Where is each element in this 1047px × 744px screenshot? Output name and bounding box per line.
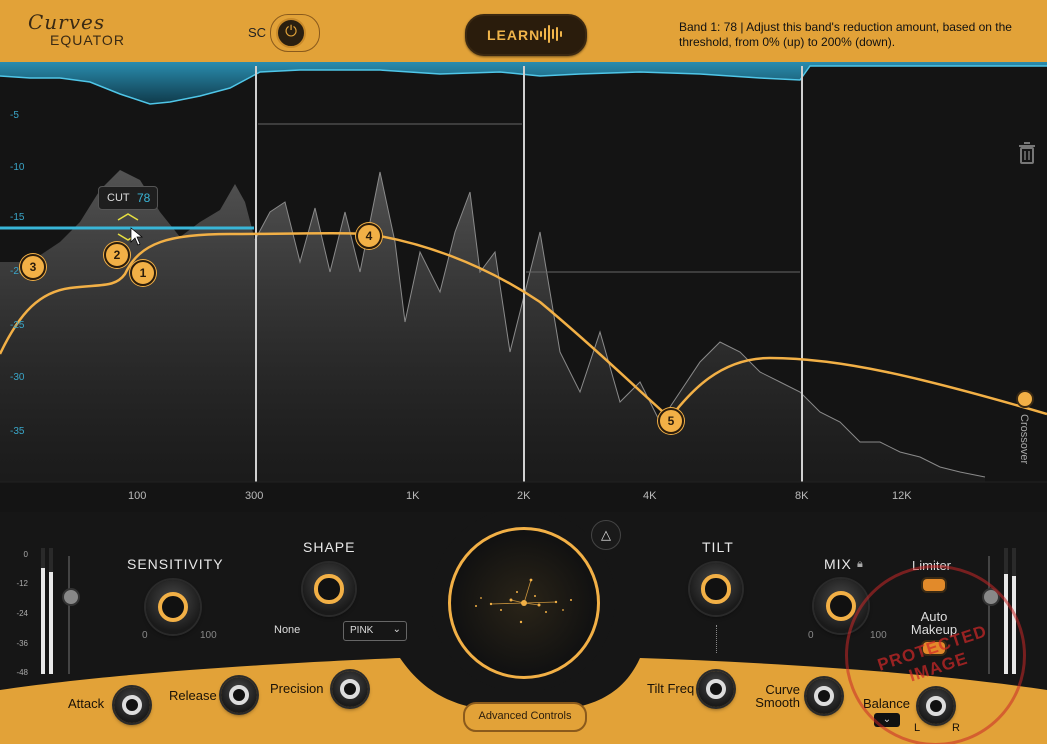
band-node-2[interactable]: 2	[104, 242, 130, 268]
cut-label: CUT	[107, 192, 130, 204]
sc-label: SC	[248, 25, 267, 40]
particle-cloud	[475, 578, 572, 624]
power-icon: ⏻	[285, 23, 297, 40]
sensitivity-min: 0	[142, 630, 148, 641]
y-tick: -25	[10, 320, 25, 331]
tilt-freq-label: Tilt Freq	[647, 681, 695, 696]
release-knob[interactable]	[221, 677, 257, 713]
precision-label: Precision	[270, 681, 324, 696]
advanced-controls-button[interactable]: Advanced Controls	[463, 702, 587, 732]
x-tick: 4K	[643, 490, 657, 502]
meter-scale: -12	[16, 579, 28, 588]
band-node-1[interactable]: 1	[130, 260, 156, 286]
advanced-controls-label: Advanced Controls	[478, 710, 572, 722]
y-tick: -30	[10, 372, 25, 383]
x-tick: 300	[245, 490, 264, 502]
sidechain-power-button[interactable]: ⏻	[276, 18, 306, 48]
learn-label: LEARN	[487, 27, 541, 43]
learn-button[interactable]: LEARN	[465, 14, 587, 56]
y-tick: -5	[10, 110, 19, 121]
x-tick: 1K	[406, 490, 420, 502]
y-tick: -15	[10, 212, 25, 223]
attack-knob[interactable]	[114, 687, 150, 723]
hint-text: Band 1: 78 | Adjust this band's reductio…	[679, 20, 1012, 49]
band-node-5[interactable]: 5	[658, 408, 684, 434]
watermark-text: PROTECTED IMAGE	[875, 621, 990, 686]
tilt-freq-knob[interactable]	[698, 671, 734, 707]
x-tick: 2K	[517, 490, 531, 502]
lock-icon[interactable]: 🔒︎	[857, 558, 863, 571]
sidechain-control: SC ⏻	[248, 14, 320, 52]
band-node-3[interactable]: 3	[20, 254, 46, 280]
shape-selected: PINK	[350, 625, 374, 636]
logo-curves: Curves	[28, 10, 106, 34]
tilt-center-marker	[716, 625, 718, 653]
curve-smooth-knob[interactable]	[806, 678, 842, 714]
sensitivity-knob[interactable]	[146, 580, 200, 634]
spectrum-area	[0, 170, 985, 482]
chevron-down-icon: ⌄	[392, 624, 401, 635]
x-tick: 12K	[892, 490, 912, 502]
shape-select[interactable]: PINK ⌄	[343, 621, 407, 641]
waveform-icon	[540, 25, 562, 43]
band-node-4[interactable]: 4	[356, 223, 382, 249]
graph-canvas	[0, 62, 1047, 483]
meter-scale: -48	[16, 668, 28, 677]
x-tick: 100	[128, 490, 147, 502]
curves-equator-plugin: Curves EQUATOR SC ⏻ LEARN Band 1: 78 | A…	[0, 0, 1047, 744]
meter-scale: -36	[16, 639, 28, 648]
expand-triangle-icon[interactable]: △	[591, 520, 621, 550]
input-gain-track	[68, 556, 70, 674]
shape-label: SHAPE	[303, 539, 356, 555]
header-bar: Curves EQUATOR SC ⏻ LEARN Band 1: 78 | A…	[0, 0, 1047, 62]
logo-equator: EQUATOR	[50, 32, 125, 48]
mix-min: 0	[808, 630, 814, 641]
cut-value: 78	[137, 191, 151, 205]
tilt-knob[interactable]	[690, 563, 742, 615]
meter-scale: 0	[23, 550, 28, 559]
y-tick: -35	[10, 426, 25, 437]
y-tick: -10	[10, 162, 25, 173]
mix-label: MIX	[824, 556, 852, 572]
sensitivity-max: 100	[200, 630, 217, 641]
input-gain-slider[interactable]	[62, 588, 80, 606]
app-logo: Curves EQUATOR	[28, 10, 125, 48]
x-tick: 8K	[795, 490, 809, 502]
curve-smooth-label: Curve Smooth	[755, 682, 800, 710]
attack-label: Attack	[68, 696, 105, 711]
precision-knob[interactable]	[332, 671, 368, 707]
shape-knob[interactable]	[303, 563, 355, 615]
shape-none-label: None	[274, 624, 301, 636]
cut-badge: CUT 78	[98, 186, 158, 210]
meter-scale: -24	[16, 609, 28, 618]
crossover-handle[interactable]	[1016, 390, 1034, 408]
input-meter-right	[49, 572, 53, 674]
release-label: Release	[169, 688, 217, 703]
sensitivity-label: SENSITIVITY	[127, 556, 224, 572]
crossover-label: Crossover	[1018, 414, 1030, 465]
watermark-stamp: PROTECTED IMAGE	[845, 565, 1026, 744]
input-meter-left	[41, 568, 45, 674]
visualizer-sphere	[448, 527, 600, 679]
eq-graph[interactable]: -5 -10 -15 -20 -25 -30 -35 CUT 78 1 2 3 …	[0, 62, 1047, 512]
tilt-label: TILT	[702, 539, 734, 555]
